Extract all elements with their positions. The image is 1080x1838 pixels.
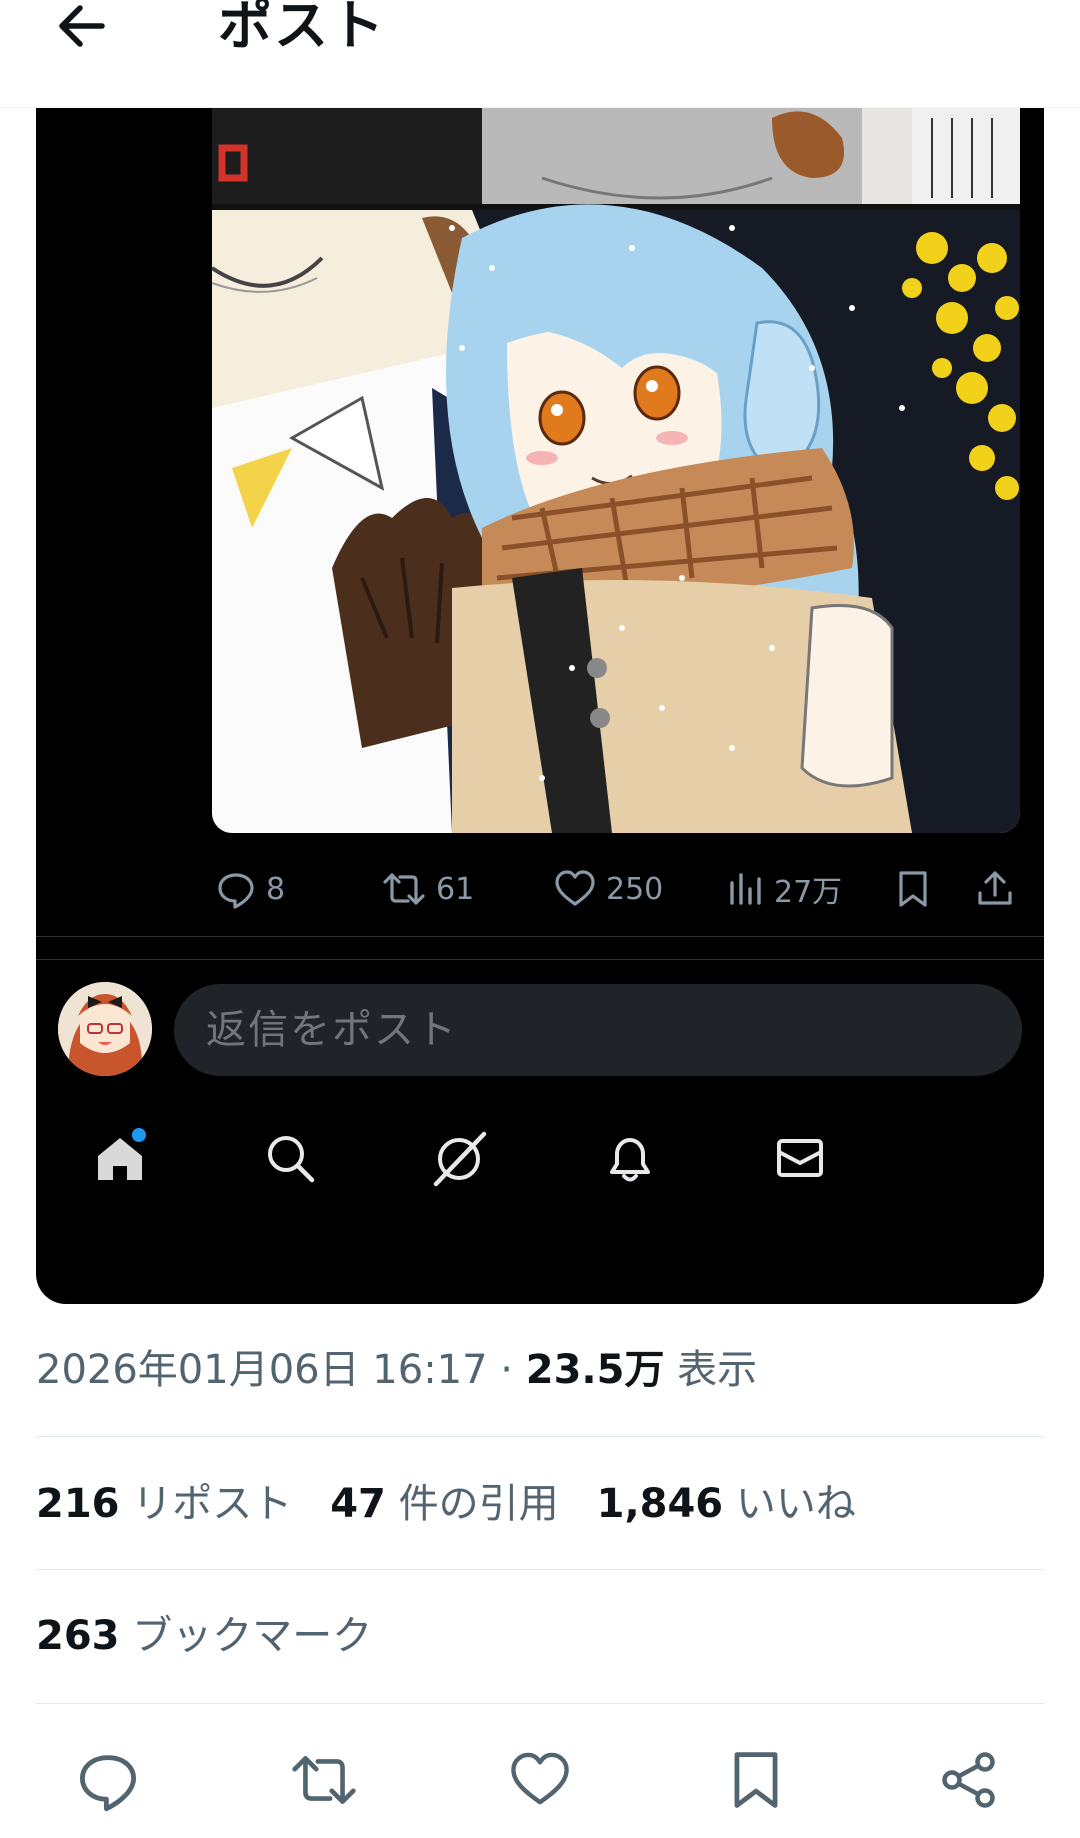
share-button[interactable] — [930, 1740, 1010, 1820]
share-network-icon — [942, 1752, 995, 1808]
embedded-bookmark-button[interactable] — [896, 856, 930, 922]
post-date[interactable]: 2026年01月06日 16:17 — [36, 1347, 488, 1393]
repost-button[interactable] — [284, 1740, 364, 1820]
divider — [36, 1569, 1044, 1570]
embedded-reply-count: 8 — [266, 871, 286, 907]
page-title: ポスト — [218, 0, 386, 57]
like-button[interactable] — [500, 1740, 580, 1820]
embedded-views-button[interactable]: 27万 — [728, 856, 842, 922]
likes-count: 1,846 — [596, 1481, 724, 1527]
embedded-reply-button[interactable]: 8 — [216, 856, 285, 922]
reposts-stat[interactable]: 216 リポスト — [36, 1481, 292, 1527]
like-icon — [511, 1752, 569, 1805]
repost-icon — [383, 873, 425, 905]
divider — [36, 1703, 1044, 1704]
top-bar: ポスト — [0, 0, 1080, 108]
bookmarks-stat[interactable]: 263 ブックマーク — [36, 1608, 372, 1664]
reply-input[interactable] — [174, 984, 1022, 1076]
embedded-repost-button[interactable]: 61 — [382, 856, 474, 922]
tab-search[interactable] — [250, 1108, 330, 1208]
reply-composer — [36, 978, 1044, 1078]
reply-icon — [218, 873, 254, 909]
divider — [36, 936, 1044, 960]
repost-icon — [292, 1756, 356, 1804]
avatar[interactable] — [58, 982, 152, 1076]
bookmark-icon — [899, 871, 927, 907]
embedded-post-screenshot: 8 61 250 27万 — [36, 108, 1044, 1304]
bottom-nav — [36, 1108, 1044, 1218]
embedded-views-count: 27万 — [774, 875, 843, 910]
quotes-stat[interactable]: 47 件の引用 — [330, 1481, 558, 1527]
grok-icon — [433, 1131, 487, 1187]
post-action-bar — [0, 1740, 1080, 1820]
reposts-label: リポスト — [119, 1481, 293, 1527]
mail-icon — [777, 1139, 823, 1177]
reply-button[interactable] — [68, 1740, 148, 1820]
bookmark-icon — [734, 1752, 778, 1808]
separator-dot: · — [487, 1347, 526, 1393]
bell-icon — [610, 1138, 650, 1182]
likes-label: いいね — [723, 1481, 856, 1527]
avatar-image — [58, 982, 152, 1076]
embedded-like-button[interactable]: 250 — [554, 856, 663, 922]
views-icon — [730, 873, 761, 905]
bookmarks-count: 263 — [36, 1613, 120, 1659]
bookmark-button[interactable] — [716, 1740, 796, 1820]
like-icon — [555, 870, 595, 906]
quotes-count: 47 — [330, 1481, 386, 1527]
reposts-count: 216 — [36, 1481, 120, 1527]
engagement-stats: 216 リポスト 47 件の引用 1,846 いいね — [36, 1476, 894, 1532]
views-label: 表示 — [664, 1347, 758, 1393]
back-button[interactable] — [52, 0, 116, 60]
reply-icon — [80, 1755, 136, 1812]
bookmarks-label: ブックマーク — [119, 1613, 373, 1659]
tab-grok[interactable] — [420, 1108, 500, 1208]
tab-messages[interactable] — [760, 1108, 840, 1208]
post-timestamp-views: 2026年01月06日 16:17 · 23.5万 表示 — [36, 1342, 757, 1398]
search-icon — [268, 1136, 315, 1183]
likes-stat[interactable]: 1,846 いいね — [597, 1481, 856, 1527]
views-count: 23.5万 — [525, 1347, 665, 1393]
embedded-action-bar: 8 61 250 27万 — [36, 856, 1044, 922]
tab-notifications[interactable] — [590, 1108, 670, 1208]
share-icon — [978, 871, 1012, 905]
embedded-repost-count: 61 — [436, 871, 475, 907]
post-image[interactable] — [212, 108, 1020, 833]
tab-home[interactable] — [80, 1108, 160, 1208]
notification-dot — [132, 1128, 146, 1142]
arrow-left-icon — [59, 5, 105, 47]
quotes-label: 件の引用 — [385, 1481, 559, 1527]
embedded-share-button[interactable] — [976, 856, 1014, 922]
illustration-graphic — [212, 108, 1020, 833]
embedded-like-count: 250 — [606, 871, 664, 907]
divider — [36, 1436, 1044, 1437]
